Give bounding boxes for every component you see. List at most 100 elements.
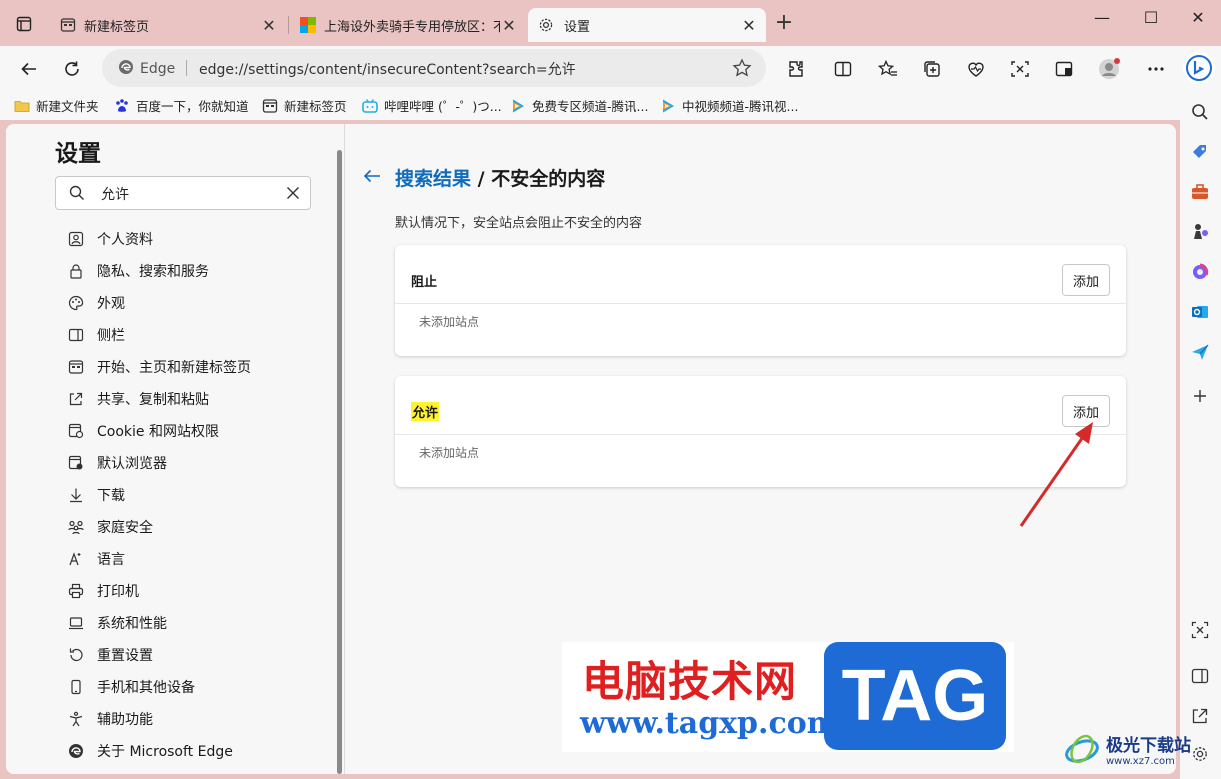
sidebar-item-downloads[interactable]: 下载 (67, 479, 251, 511)
more-menu-icon[interactable] (1144, 57, 1168, 81)
sidebar-item-about[interactable]: 关于 Microsoft Edge (67, 735, 251, 767)
gear-icon (538, 17, 554, 33)
browser-icon (67, 454, 85, 472)
settings-nav: 个人资料 隐私、搜索和服务 外观 侧栏 开始、主页和新建标签页 共享、复制和粘贴 (67, 223, 251, 767)
allow-empty-text: 未添加站点 (419, 446, 480, 460)
games-icon[interactable] (1188, 220, 1212, 244)
block-title: 阻止 (411, 275, 438, 290)
close-icon[interactable]: ✕ (500, 16, 518, 35)
tencent-video-icon (660, 98, 676, 114)
baidu-icon (114, 98, 130, 114)
watermark: 电脑技术网 www.tagxp.com TAG (562, 642, 1014, 752)
sidebar-item-cookies[interactable]: Cookie 和网站权限 (67, 415, 251, 447)
toolbar: Edge edge://settings/content/insecureCon… (0, 46, 1221, 92)
edge-label: Edge (140, 61, 176, 77)
sidebar-item-privacy[interactable]: 隐私、搜索和服务 (67, 255, 251, 287)
address-bar[interactable]: Edge edge://settings/content/insecureCon… (102, 49, 766, 87)
palette-icon (67, 294, 85, 312)
split-screen-icon[interactable] (831, 57, 855, 81)
breadcrumb-separator: / (471, 168, 492, 190)
favorite-star-icon[interactable] (732, 58, 752, 82)
block-empty-text: 未添加站点 (419, 315, 480, 329)
shopping-tag-icon[interactable] (1188, 140, 1212, 164)
favorite-item[interactable]: 新建文件夹 (14, 96, 99, 115)
favorite-item[interactable]: 免费专区频道-腾讯... (510, 96, 648, 115)
favorites-icon[interactable] (876, 57, 900, 81)
microsoft365-icon[interactable] (1188, 260, 1212, 284)
favorite-item[interactable]: 中视频频道-腾讯视... (660, 96, 798, 115)
sidebar-item-share[interactable]: 共享、复制和粘贴 (67, 383, 251, 415)
scrollbar[interactable] (337, 150, 342, 774)
address-url[interactable]: edge://settings/content/insecureContent?… (199, 59, 576, 79)
tab-newtab[interactable]: 新建标签页 ✕ (50, 8, 286, 42)
screenshot-icon[interactable] (1008, 57, 1032, 81)
printer-icon (67, 582, 85, 600)
language-icon (67, 550, 85, 568)
favorite-label: 免费专区频道-腾讯... (532, 99, 649, 114)
watermark-url: www.tagxp.com (580, 706, 839, 741)
block-add-button[interactable]: 添加 (1062, 264, 1110, 296)
watermark-tag: TAG (824, 642, 1006, 750)
back-icon[interactable] (15, 55, 43, 83)
tab-news[interactable]: 上海设外卖骑手专用停放区：不需 ✕ (290, 8, 526, 42)
allow-title: 允许 (411, 402, 440, 421)
browser-essentials-icon[interactable] (964, 57, 988, 81)
avatar[interactable] (1097, 57, 1121, 81)
close-icon[interactable]: ✕ (740, 16, 758, 35)
tools-icon[interactable] (1188, 180, 1212, 204)
laptop-icon (67, 614, 85, 632)
back-arrow-icon[interactable] (362, 166, 382, 190)
favorite-item[interactable]: 新建标签页 (262, 96, 347, 115)
extensions-icon[interactable] (784, 57, 808, 81)
refresh-icon[interactable] (58, 55, 86, 83)
search-icon (69, 185, 85, 205)
sidebar-item-reset[interactable]: 重置设置 (67, 639, 251, 671)
sidebar-item-printers[interactable]: 打印机 (67, 575, 251, 607)
edge-sidebar (1180, 92, 1221, 779)
annotation-arrow (1019, 422, 1093, 527)
sidebar-item-default-browser[interactable]: 默认浏览器 (67, 447, 251, 479)
sidebar-item-label: 外观 (97, 296, 125, 312)
outlook-icon[interactable] (1188, 300, 1212, 324)
sidebar-item-appearance[interactable]: 外观 (67, 287, 251, 319)
send-icon[interactable] (1188, 340, 1212, 364)
favorite-item[interactable]: 百度一下，你就知道 (114, 96, 249, 115)
tab-strip: 新建标签页 ✕ 上海设外卖骑手专用停放区：不需 ✕ 设置 ✕ + — ☐ ✕ (0, 0, 1221, 46)
sidebar-item-label: 隐私、搜索和服务 (97, 264, 209, 280)
screenshot-icon[interactable] (1188, 618, 1212, 642)
search-icon[interactable] (1188, 100, 1212, 124)
sidebar-item-label: 侧栏 (97, 328, 125, 344)
clear-icon[interactable] (285, 185, 301, 205)
immersive-reader-icon[interactable] (1052, 57, 1076, 81)
sidebar-item-accessibility[interactable]: 辅助功能 (67, 703, 251, 735)
watermark-text: 电脑技术网 (582, 657, 798, 706)
sidebar-item-family[interactable]: 家庭安全 (67, 511, 251, 543)
new-tab-icon[interactable]: + (772, 12, 796, 36)
cookie-icon (67, 422, 85, 440)
collections-icon[interactable] (920, 57, 944, 81)
tab-actions-icon[interactable] (10, 12, 38, 36)
lock-icon (67, 262, 85, 280)
home-icon (67, 358, 85, 376)
close-icon[interactable]: ✕ (260, 16, 278, 35)
maximize-icon[interactable]: ☐ (1131, 8, 1171, 28)
sidebar-item-system[interactable]: 系统和性能 (67, 607, 251, 639)
minimize-icon[interactable]: — (1082, 8, 1122, 28)
sidebar-item-languages[interactable]: 语言 (67, 543, 251, 575)
sidebar-item-phone[interactable]: 手机和其他设备 (67, 671, 251, 703)
search-input[interactable]: 允许 (55, 176, 311, 210)
sidebar-item-sidebar[interactable]: 侧栏 (67, 319, 251, 351)
share-icon (67, 390, 85, 408)
add-icon[interactable] (1188, 384, 1212, 408)
favorite-item[interactable]: 哔哩哔哩 (゜-゜)つ... (362, 96, 502, 115)
tab-settings[interactable]: 设置 ✕ (528, 8, 766, 42)
sidebar-item-profile[interactable]: 个人资料 (67, 223, 251, 255)
hide-sidebar-icon[interactable] (1188, 664, 1212, 688)
address-divider (186, 60, 187, 76)
breadcrumb-link[interactable]: 搜索结果 (395, 168, 471, 190)
sidebar-item-label: 默认浏览器 (97, 456, 167, 472)
sidebar-item-start-home[interactable]: 开始、主页和新建标签页 (67, 351, 251, 383)
favorite-label: 百度一下，你就知道 (136, 99, 249, 114)
bing-copilot-icon[interactable] (1183, 52, 1215, 84)
close-window-icon[interactable]: ✕ (1178, 8, 1218, 28)
